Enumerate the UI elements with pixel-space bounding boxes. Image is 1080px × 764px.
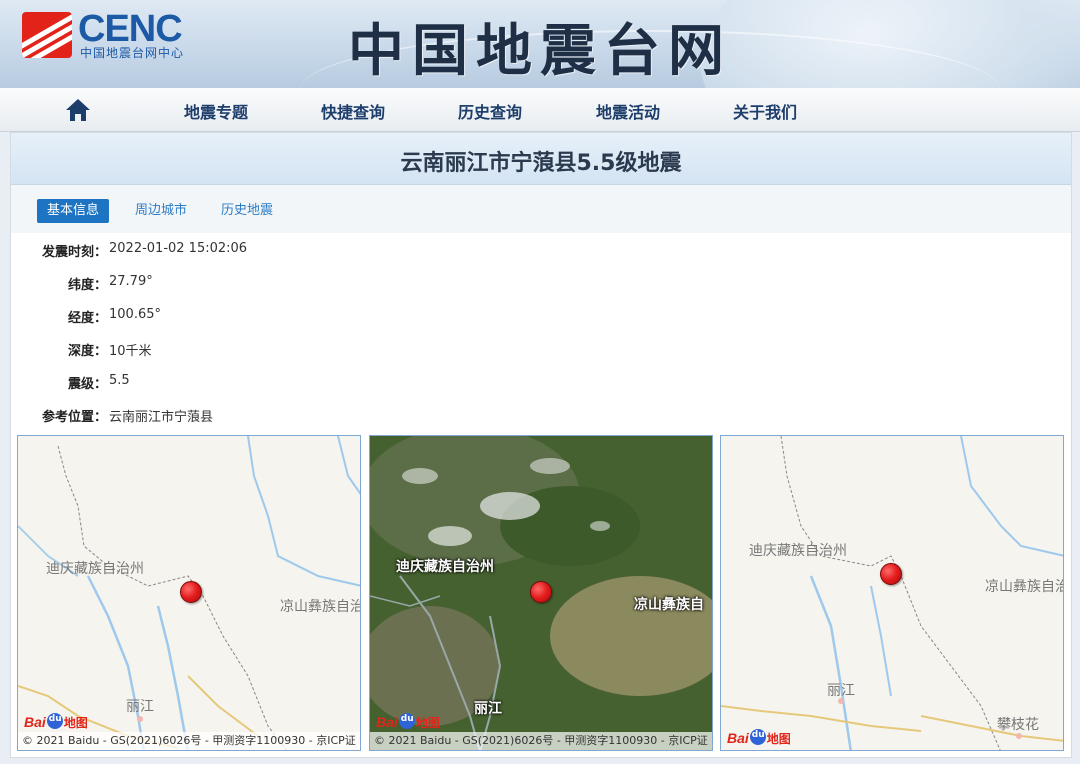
baidu-paw-icon — [399, 713, 415, 729]
event-title: 云南丽江市宁蒗县5.5级地震 — [11, 145, 1071, 177]
nav-item-history-query[interactable]: 历史查询 — [458, 99, 522, 123]
map1-label-lijiang: 丽江 — [126, 696, 154, 716]
main-nav: 地震专题 快捷查询 历史查询 地震活动 关于我们 — [0, 88, 1080, 132]
map-road-wide[interactable]: 迪庆藏族自治州 凉山彝族自治 丽江 攀枝花 Bai地图 — [720, 435, 1064, 751]
map3-label-liangshan: 凉山彝族自治 — [985, 576, 1064, 596]
tab-history-quakes[interactable]: 历史地震 — [211, 199, 283, 223]
map-copyright: © 2021 Baidu - GS(2021)6026号 - 甲测资字11009… — [370, 732, 712, 750]
map-satellite[interactable]: 迪庆藏族自治州 凉山彝族自 丽江 Bai地图 © 2021 Baidu - GS… — [369, 435, 713, 751]
depth-label: 深度： — [17, 340, 107, 359]
baidu-logo[interactable]: Bai地图 — [376, 712, 440, 730]
location-value: 云南丽江市宁蒗县 — [109, 406, 213, 425]
map1-label-liangshan: 凉山彝族自治 — [280, 596, 361, 616]
event-panel: 云南丽江市宁蒗县5.5级地震 基本信息 周边城市 历史地震 发震时刻： 2022… — [10, 132, 1072, 758]
baidu-logo[interactable]: Bai地图 — [727, 728, 791, 746]
latitude-label: 纬度： — [17, 274, 107, 293]
map-road-regional[interactable]: 迪庆藏族自治州 凉山彝族自治 丽江 Bai地图 © 2021 Baidu - G… — [17, 435, 361, 751]
magnitude-label: 震级： — [17, 373, 107, 392]
epicenter-marker[interactable] — [180, 581, 202, 603]
nav-item-activity[interactable]: 地震活动 — [596, 99, 660, 123]
baidu-paw-icon — [47, 713, 63, 729]
map1-label-diqing: 迪庆藏族自治州 — [46, 558, 144, 578]
map3-label-lijiang: 丽江 — [827, 680, 855, 700]
longitude-value: 100.65° — [109, 307, 161, 322]
epicenter-marker[interactable] — [880, 563, 902, 585]
map2-label-diqing: 迪庆藏族自治州 — [396, 556, 494, 576]
depth-value: 10千米 — [109, 340, 152, 359]
cenc-logo-icon — [22, 12, 72, 58]
map3-label-panzhihua: 攀枝花 — [997, 714, 1039, 734]
home-icon[interactable] — [64, 96, 92, 124]
tab-basic-info[interactable]: 基本信息 — [37, 199, 109, 223]
time-value: 2022-01-02 15:02:06 — [109, 241, 247, 256]
map2-label-liangshan: 凉山彝族自 — [634, 594, 704, 614]
nav-item-topics[interactable]: 地震专题 — [184, 99, 248, 123]
header-banner: CENC 中国地震台网中心 中国地震台网 — [0, 0, 1080, 88]
site-logo[interactable]: CENC 中国地震台网中心 — [22, 12, 222, 62]
time-label: 发震时刻： — [17, 241, 107, 260]
longitude-label: 经度： — [17, 307, 107, 326]
nav-item-quick-query[interactable]: 快捷查询 — [321, 99, 385, 123]
epicenter-marker[interactable] — [530, 581, 552, 603]
magnitude-value: 5.5 — [109, 373, 130, 388]
map-copyright: © 2021 Baidu - GS(2021)6026号 - 甲测资字11009… — [18, 732, 360, 750]
event-header: 云南丽江市宁蒗县5.5级地震 — [11, 133, 1071, 185]
tab-nearby-cities[interactable]: 周边城市 — [125, 199, 197, 223]
tab-bar: 基本信息 周边城市 历史地震 — [11, 185, 1071, 233]
map2-label-lijiang: 丽江 — [474, 698, 502, 718]
nav-item-about[interactable]: 关于我们 — [733, 99, 797, 123]
site-title: 中国地震台网 — [348, 6, 732, 87]
location-label: 参考位置： — [17, 406, 107, 425]
latitude-value: 27.79° — [109, 274, 153, 289]
map3-label-diqing: 迪庆藏族自治州 — [749, 540, 847, 560]
logo-subtitle: 中国地震台网中心 — [80, 44, 184, 61]
baidu-logo[interactable]: Bai地图 — [24, 712, 88, 730]
baidu-paw-icon — [750, 729, 766, 745]
